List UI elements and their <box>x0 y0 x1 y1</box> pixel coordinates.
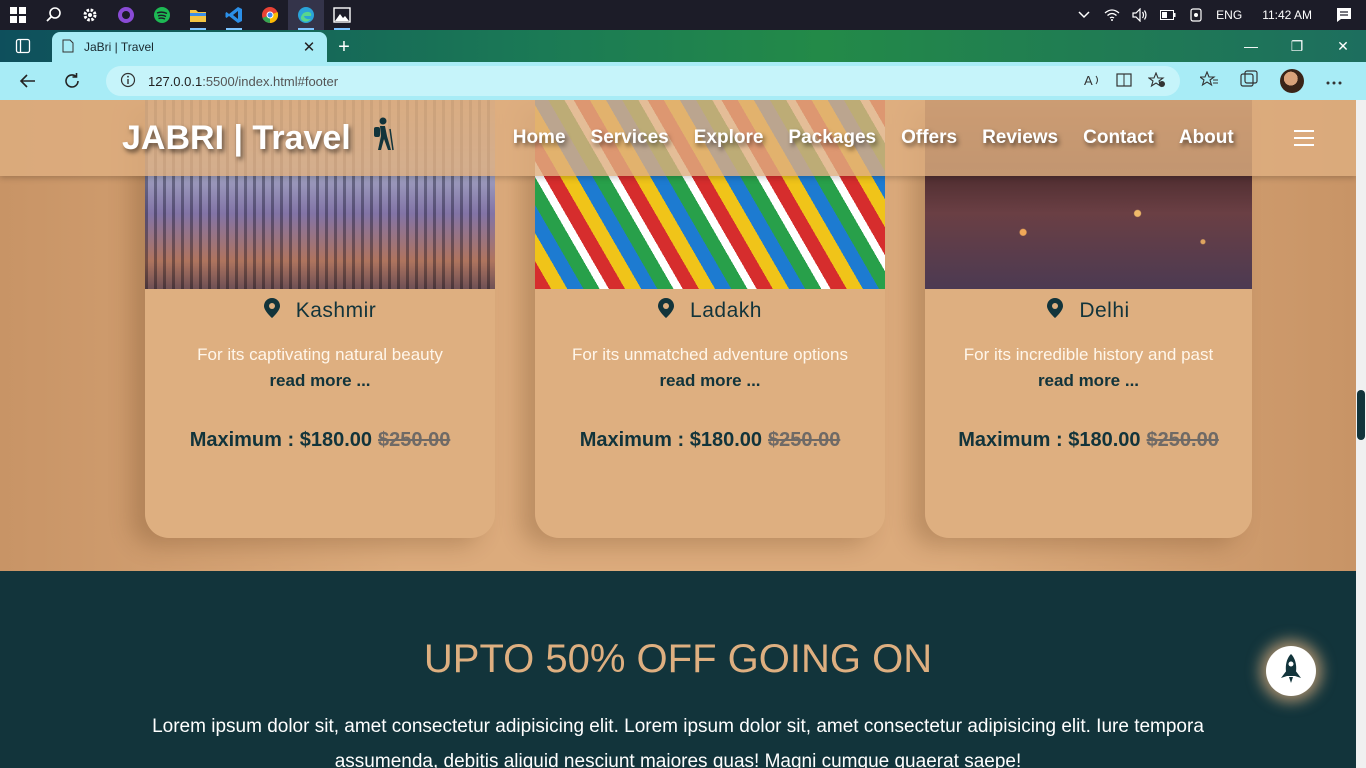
logo-text: JABRI | Travel <box>122 118 351 157</box>
clock[interactable]: 11:42 AM <box>1262 8 1312 22</box>
search-icon[interactable] <box>36 0 72 30</box>
location-pin-icon <box>658 298 675 324</box>
offer-text: Lorem ipsum dolor sit, amet consectetur … <box>152 716 1204 768</box>
restore-button[interactable]: ❐ <box>1274 30 1320 62</box>
nav-reviews[interactable]: Reviews <box>982 127 1058 149</box>
tab-actions-icon[interactable] <box>6 30 40 62</box>
refresh-button[interactable] <box>50 62 94 100</box>
hamburger-menu-icon[interactable] <box>1294 130 1314 146</box>
collections-icon[interactable] <box>1240 69 1258 93</box>
nav-packages[interactable]: Packages <box>788 127 876 149</box>
browser-toolbar: 127.0.0.1:5500/index.html#footer A <box>0 62 1366 100</box>
read-more-link[interactable]: read more ... <box>535 371 885 391</box>
url-host: 127.0.0.1 <box>148 73 203 89</box>
edge-icon[interactable] <box>288 0 324 30</box>
scrollbar-thumb[interactable] <box>1357 390 1365 440</box>
package-description: For its incredible history and past <box>963 345 1214 364</box>
address-bar[interactable]: 127.0.0.1:5500/index.html#footer A <box>106 66 1180 96</box>
tab-title: JaBri | Travel <box>84 40 154 54</box>
url-path: :5500/index.html#footer <box>202 73 339 89</box>
site-header: JABRI | Travel Home Services Explore Pac… <box>0 100 1356 176</box>
page-viewport: Kashmir For its captivating natural beau… <box>0 100 1356 768</box>
hiker-icon <box>369 117 395 160</box>
nav-offers[interactable]: Offers <box>901 127 957 149</box>
read-aloud-icon[interactable]: A <box>1084 72 1102 91</box>
price-current: Maximum : $180.00 <box>958 429 1141 451</box>
windows-start-icon[interactable] <box>0 0 36 30</box>
location-pin-icon <box>1047 298 1064 324</box>
rocket-icon <box>1279 653 1303 689</box>
back-button[interactable] <box>6 62 50 100</box>
file-explorer-icon[interactable] <box>180 0 216 30</box>
close-window-button[interactable]: ✕ <box>1320 30 1366 62</box>
package-price: Maximum : $180.00 $250.00 <box>535 429 885 452</box>
profile-avatar[interactable] <box>1280 69 1304 93</box>
browser-tab-strip: JaBri | Travel ✕ + — ❐ ✕ <box>0 30 1366 62</box>
wifi-icon[interactable] <box>1104 8 1120 22</box>
nav-about[interactable]: About <box>1179 127 1234 149</box>
system-tray: ENG 11:42 AM <box>1076 8 1366 22</box>
page-icon <box>62 39 74 56</box>
windows-taskbar: ENG 11:42 AM <box>0 0 1366 30</box>
window-controls: — ❐ ✕ <box>1228 30 1366 62</box>
chrome-icon[interactable] <box>252 0 288 30</box>
nav-services[interactable]: Services <box>591 127 669 149</box>
close-tab-icon[interactable]: ✕ <box>301 38 317 56</box>
package-description: For its captivating natural beauty <box>197 345 443 364</box>
price-old: $250.00 <box>1146 429 1219 451</box>
nav-explore[interactable]: Explore <box>694 127 764 149</box>
offer-title: UPTO 50% OFF GOING ON <box>423 637 933 681</box>
price-current: Maximum : $180.00 <box>579 429 763 451</box>
price-old: $250.00 <box>378 429 451 451</box>
favorites-icon[interactable] <box>1198 70 1218 92</box>
notifications-icon[interactable] <box>1336 8 1352 22</box>
vscode-icon[interactable] <box>216 0 252 30</box>
package-place: Ladakh <box>690 299 762 322</box>
site-info-icon[interactable] <box>120 72 136 91</box>
svg-text:A: A <box>1084 73 1093 88</box>
main-nav: Home Services Explore Packages Offers Re… <box>513 127 1234 149</box>
package-place: Kashmir <box>295 299 377 322</box>
new-tab-button[interactable]: + <box>327 32 361 62</box>
package-description: For its unmatched adventure options <box>572 345 848 364</box>
immersive-reader-icon[interactable] <box>1116 72 1134 91</box>
location-pin-icon <box>263 298 280 324</box>
package-place: Delhi <box>1079 299 1130 322</box>
site-logo[interactable]: JABRI | Travel <box>122 117 395 160</box>
nav-home[interactable]: Home <box>513 127 566 149</box>
add-favorite-icon[interactable] <box>1147 71 1166 91</box>
language-indicator[interactable]: ENG <box>1216 8 1242 22</box>
package-price: Maximum : $180.00 $250.00 <box>925 429 1252 452</box>
camera-privacy-icon[interactable] <box>1188 8 1204 22</box>
package-price: Maximum : $180.00 $250.00 <box>145 429 495 452</box>
minimize-button[interactable]: — <box>1228 30 1274 62</box>
offer-section: UPTO 50% OFF GOING ON Lorem ipsum dolor … <box>0 571 1356 768</box>
settings-icon[interactable] <box>72 0 108 30</box>
scroll-to-top-button[interactable] <box>1266 646 1316 696</box>
github-icon[interactable] <box>108 0 144 30</box>
more-options-icon[interactable] <box>1326 72 1342 90</box>
spotify-icon[interactable] <box>144 0 180 30</box>
battery-icon[interactable] <box>1160 8 1176 22</box>
read-more-link[interactable]: read more ... <box>145 371 495 391</box>
photos-icon[interactable] <box>324 0 360 30</box>
volume-icon[interactable] <box>1132 8 1148 22</box>
chevron-up-icon[interactable] <box>1076 8 1092 22</box>
url-text: 127.0.0.1:5500/index.html#footer <box>148 74 1084 89</box>
price-old: $250.00 <box>768 429 841 451</box>
read-more-link[interactable]: read more ... <box>925 371 1252 391</box>
nav-contact[interactable]: Contact <box>1083 127 1154 149</box>
browser-tab[interactable]: JaBri | Travel ✕ <box>52 32 327 62</box>
price-current: Maximum : $180.00 <box>189 429 373 451</box>
